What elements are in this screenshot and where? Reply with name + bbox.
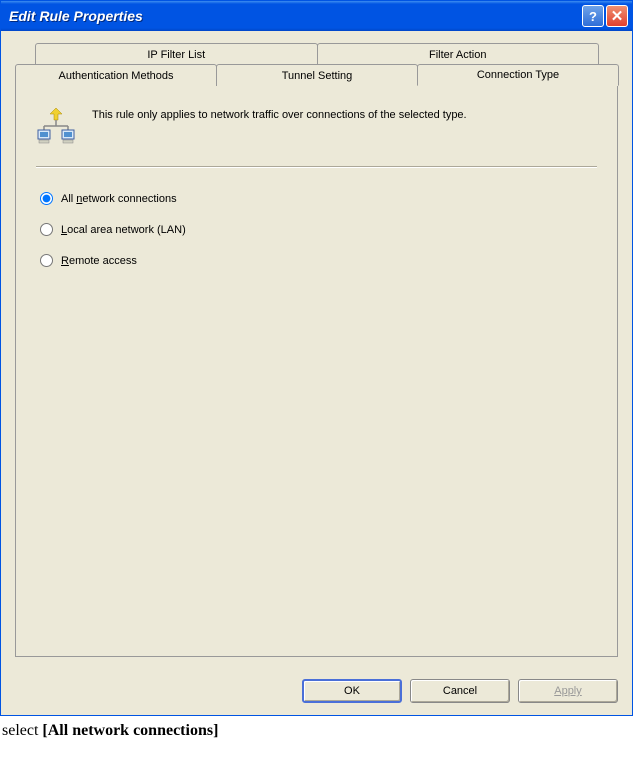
button-bar: OK Cancel Apply [1,669,632,715]
radio-remote-access[interactable]: Remote access [40,254,597,267]
close-button[interactable]: ✕ [606,5,628,27]
network-computers-icon [36,106,76,146]
tab-label: Authentication Methods [59,70,174,82]
separator [36,166,597,168]
tabs-container: IP Filter List Filter Action Authenticat… [15,43,618,657]
tab-row-back: IP Filter List Filter Action [35,43,598,65]
tab-filter-action[interactable]: Filter Action [317,43,600,65]
help-button[interactable]: ? [582,5,604,27]
radio-all-network[interactable]: All network connections [40,192,597,205]
titlebar: Edit Rule Properties ? ✕ [1,1,632,31]
apply-button: Apply [518,679,618,703]
close-icon: ✕ [611,7,624,25]
tab-label: Filter Action [429,49,486,61]
radio-input[interactable] [40,254,53,267]
tab-label: Tunnel Setting [282,70,353,82]
ok-button[interactable]: OK [302,679,402,703]
tab-label: IP Filter List [147,49,205,61]
window-title: Edit Rule Properties [9,8,143,24]
info-section: This rule only applies to network traffi… [36,106,597,146]
radio-label: All network connections [61,193,177,205]
connection-type-radio-group: All network connections Local area netwo… [36,192,597,267]
tab-label: Connection Type [477,69,559,81]
dialog-window: Edit Rule Properties ? ✕ IP Filter List … [0,0,633,716]
tab-row-front: Authentication Methods Tunnel Setting Co… [15,64,618,86]
radio-label: Remote access [61,255,137,267]
info-text: This rule only applies to network traffi… [92,106,467,123]
content-area: IP Filter List Filter Action Authenticat… [1,31,632,669]
tab-authentication-methods[interactable]: Authentication Methods [15,64,217,86]
tab-panel-connection-type: This rule only applies to network traffi… [15,85,618,657]
radio-label: Local area network (LAN) [61,224,186,236]
tab-tunnel-setting[interactable]: Tunnel Setting [216,64,418,86]
titlebar-buttons: ? ✕ [582,5,628,27]
help-icon: ? [589,9,597,24]
tab-connection-type[interactable]: Connection Type [417,64,619,86]
tab-ip-filter-list[interactable]: IP Filter List [35,43,318,65]
radio-input[interactable] [40,223,53,236]
radio-input[interactable] [40,192,53,205]
instruction-caption: select [All network connections] [0,716,633,746]
radio-lan[interactable]: Local area network (LAN) [40,223,597,236]
cancel-button[interactable]: Cancel [410,679,510,703]
